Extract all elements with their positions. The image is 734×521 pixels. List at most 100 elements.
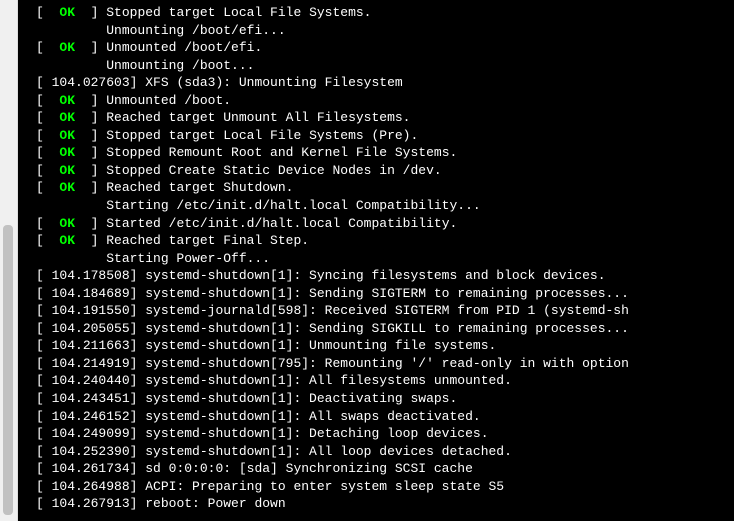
bracket-close: ]: [75, 110, 106, 125]
bracket-close: ]: [130, 409, 146, 424]
bracket-close: ]: [130, 356, 146, 371]
scrollbar-track[interactable]: [0, 0, 18, 521]
bracket-open: [: [36, 40, 59, 55]
log-line: [ OK ] Stopped target Local File Systems…: [18, 4, 734, 22]
bracket-close: ]: [130, 373, 146, 388]
log-message: systemd-shutdown[1]: All swaps deactivat…: [145, 409, 480, 424]
bracket-open: [: [36, 356, 52, 371]
terminal-output: [ OK ] Stopped target Local File Systems…: [18, 0, 734, 521]
bracket-close: ]: [130, 496, 146, 511]
log-message: ACPI: Preparing to enter system sleep st…: [145, 479, 504, 494]
log-message: Stopped target Local File Systems (Pre).: [106, 128, 418, 143]
log-message: Unmounting /boot...: [36, 58, 254, 73]
log-line: Starting Power-Off...: [18, 250, 734, 268]
log-message: systemd-shutdown[1]: Sending SIGTERM to …: [145, 286, 629, 301]
status-ok: OK: [59, 180, 75, 195]
bracket-open: [: [36, 180, 59, 195]
log-line: [ 104.184689] systemd-shutdown[1]: Sendi…: [18, 285, 734, 303]
log-timestamp: 104.178508: [52, 268, 130, 283]
log-message: systemd-shutdown[1]: All loop devices de…: [145, 444, 512, 459]
log-timestamp: 104.252390: [52, 444, 130, 459]
log-message: systemd-shutdown[795]: Remounting '/' re…: [145, 356, 629, 371]
log-line: [ OK ] Stopped target Local File Systems…: [18, 127, 734, 145]
log-line: [ 104.267913] reboot: Power down: [18, 495, 734, 513]
bracket-close: ]: [130, 303, 146, 318]
log-timestamp: 104.211663: [52, 338, 130, 353]
log-message: systemd-journald[598]: Received SIGTERM …: [145, 303, 629, 318]
log-line: [ OK ] Unmounted /boot/efi.: [18, 39, 734, 57]
log-message: systemd-shutdown[1]: Unmounting file sys…: [145, 338, 496, 353]
bracket-open: [: [36, 496, 52, 511]
log-line: [ 104.252390] systemd-shutdown[1]: All l…: [18, 443, 734, 461]
bracket-open: [: [36, 461, 52, 476]
status-ok: OK: [59, 110, 75, 125]
log-line: [ OK ] Started /etc/init.d/halt.local Co…: [18, 215, 734, 233]
bracket-close: ]: [75, 145, 106, 160]
log-message: Unmounting /boot/efi...: [36, 23, 286, 38]
log-line: [ 104.214919] systemd-shutdown[795]: Rem…: [18, 355, 734, 373]
log-message: Unmounted /boot/efi.: [106, 40, 262, 55]
bracket-close: ]: [130, 321, 146, 336]
bracket-close: ]: [130, 426, 146, 441]
bracket-close: ]: [75, 128, 106, 143]
log-line: [ 104.243451] systemd-shutdown[1]: Deact…: [18, 390, 734, 408]
bracket-open: [: [36, 163, 59, 178]
bracket-open: [: [36, 75, 52, 90]
bracket-close: ]: [75, 93, 106, 108]
status-ok: OK: [59, 163, 75, 178]
log-line: [ 104.249099] systemd-shutdown[1]: Detac…: [18, 425, 734, 443]
log-timestamp: 104.184689: [52, 286, 130, 301]
bracket-open: [: [36, 479, 52, 494]
log-timestamp: 104.249099: [52, 426, 130, 441]
log-line: [ 104.205055] systemd-shutdown[1]: Sendi…: [18, 320, 734, 338]
bracket-close: ]: [130, 444, 146, 459]
bracket-open: [: [36, 303, 52, 318]
log-timestamp: 104.240440: [52, 373, 130, 388]
bracket-close: ]: [75, 163, 106, 178]
log-line: [ OK ] Reached target Shutdown.: [18, 179, 734, 197]
log-line: [ 104.246152] systemd-shutdown[1]: All s…: [18, 408, 734, 426]
bracket-open: [: [36, 5, 59, 20]
bracket-close: ]: [130, 479, 146, 494]
scrollbar-thumb[interactable]: [3, 225, 13, 515]
log-line: [ OK ] Stopped Create Static Device Node…: [18, 162, 734, 180]
bracket-close: ]: [130, 75, 146, 90]
log-line: [ 104.027603] XFS (sda3): Unmounting Fil…: [18, 74, 734, 92]
log-line: [ 104.211663] systemd-shutdown[1]: Unmou…: [18, 337, 734, 355]
log-line: Unmounting /boot/efi...: [18, 22, 734, 40]
log-message: Reached target Final Step.: [106, 233, 309, 248]
log-timestamp: 104.264988: [52, 479, 130, 494]
log-line: [ 104.240440] systemd-shutdown[1]: All f…: [18, 372, 734, 390]
bracket-open: [: [36, 321, 52, 336]
log-line: Starting /etc/init.d/halt.local Compatib…: [18, 197, 734, 215]
bracket-open: [: [36, 110, 59, 125]
bracket-open: [: [36, 145, 59, 160]
bracket-close: ]: [130, 338, 146, 353]
log-message: sd 0:0:0:0: [sda] Synchronizing SCSI cac…: [145, 461, 473, 476]
log-message: systemd-shutdown[1]: Deactivating swaps.: [145, 391, 457, 406]
log-timestamp: 104.246152: [52, 409, 130, 424]
status-ok: OK: [59, 216, 75, 231]
bracket-open: [: [36, 444, 52, 459]
log-message: Reached target Shutdown.: [106, 180, 293, 195]
bracket-close: ]: [130, 286, 146, 301]
log-line: [ 104.178508] systemd-shutdown[1]: Synci…: [18, 267, 734, 285]
status-ok: OK: [59, 40, 75, 55]
status-ok: OK: [59, 233, 75, 248]
bracket-open: [: [36, 128, 59, 143]
log-message: reboot: Power down: [145, 496, 285, 511]
log-message: Unmounted /boot.: [106, 93, 231, 108]
status-ok: OK: [59, 145, 75, 160]
bracket-open: [: [36, 338, 52, 353]
log-line: Unmounting /boot...: [18, 57, 734, 75]
bracket-open: [: [36, 93, 59, 108]
log-message: Starting /etc/init.d/halt.local Compatib…: [36, 198, 481, 213]
bracket-close: ]: [75, 233, 106, 248]
log-message: systemd-shutdown[1]: Detaching loop devi…: [145, 426, 488, 441]
log-message: Stopped target Local File Systems.: [106, 5, 371, 20]
log-timestamp: 104.027603: [52, 75, 130, 90]
bracket-close: ]: [75, 216, 106, 231]
log-message: Started /etc/init.d/halt.local Compatibi…: [106, 216, 457, 231]
bracket-open: [: [36, 216, 59, 231]
bracket-close: ]: [130, 391, 146, 406]
